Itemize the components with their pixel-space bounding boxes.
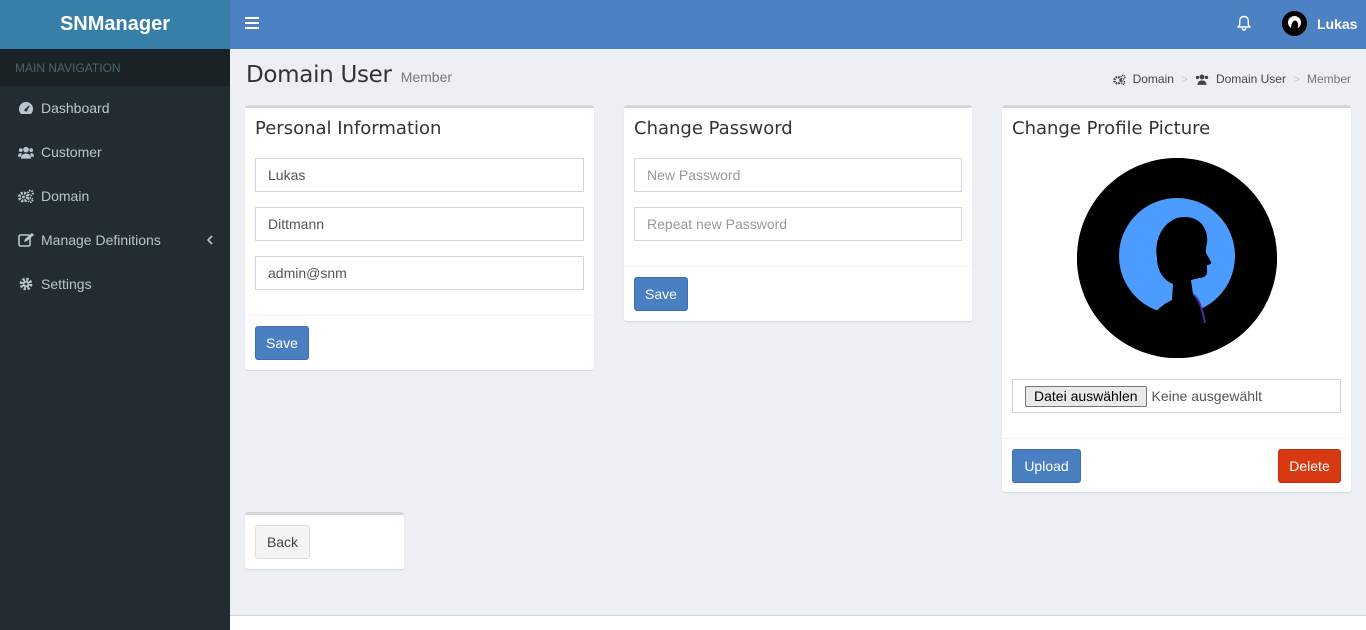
breadcrumb-label: Domain [1132, 72, 1174, 86]
file-input[interactable]: Datei auswählen Keine ausgewählt [1012, 379, 1341, 413]
file-status: Keine ausgewählt [1151, 388, 1263, 404]
user-menu[interactable]: Lukas [1282, 11, 1357, 36]
sidebar-item-label: Settings [41, 276, 92, 292]
save-password-button[interactable]: Save [634, 277, 688, 311]
delete-button[interactable]: Delete [1278, 449, 1341, 483]
bell-icon[interactable] [1236, 15, 1253, 33]
new-password-field[interactable]: New Password [634, 158, 962, 192]
breadcrumb-separator: > [1292, 72, 1300, 86]
box-title: Change Password [634, 118, 793, 139]
profile-picture-box: Change Profile Picture Datei auswählen K… [1002, 105, 1351, 492]
upload-button[interactable]: Upload [1012, 449, 1081, 483]
breadcrumb-domain-user[interactable]: Domain User [1195, 72, 1286, 86]
box-title: Personal Information [255, 118, 442, 139]
cogs-icon [1112, 73, 1126, 85]
profile-picture [1077, 158, 1277, 358]
sidebar-item-label: Dashboard [41, 100, 110, 116]
box-footer [1002, 438, 1351, 439]
avatar [1282, 11, 1307, 36]
username: Lukas [1317, 15, 1358, 32]
choose-file-button[interactable]: Datei auswählen [1025, 385, 1147, 407]
page-footer [230, 615, 1366, 630]
users-icon [18, 144, 34, 160]
page-subtitle: Member [400, 69, 453, 85]
breadcrumb: Domain > Domain User > Member [1112, 72, 1351, 86]
sidebar-item-label: Domain [41, 188, 90, 204]
sidebar: SN Manager MAIN NAVIGATION Dashboard Cust… [0, 0, 230, 630]
breadcrumb-member: Member [1306, 72, 1351, 86]
last-name-field[interactable]: Dittmann [255, 207, 584, 241]
edit-icon [18, 232, 34, 248]
logo-main: Manager [87, 13, 171, 35]
app-logo[interactable]: SN Manager [0, 0, 230, 49]
sidebar-item-settings[interactable]: Settings [0, 262, 230, 306]
first-name-field[interactable]: Lukas [255, 158, 584, 192]
top-navbar: Lukas [230, 0, 1366, 49]
content-header: Domain User Member [246, 62, 452, 88]
sidebar-item-label: Manage Definitions [41, 232, 161, 248]
box-footer [624, 266, 972, 267]
box-title: Change Profile Picture [1012, 118, 1211, 139]
sidebar-item-dashboard[interactable]: Dashboard [0, 86, 230, 130]
breadcrumb-separator: > [1180, 72, 1188, 86]
box-footer [245, 315, 594, 316]
sidebar-item-customer[interactable]: Customer [0, 130, 230, 174]
dashboard-icon [18, 100, 34, 116]
logo-prefix: SN [59, 13, 88, 35]
sidebar-item-label: Customer [41, 144, 102, 160]
nav-header: MAIN NAVIGATION [0, 49, 230, 86]
breadcrumb-label: Domain User [1215, 72, 1286, 86]
personal-information-box: Personal Information Lukas Dittmann admi… [245, 105, 594, 370]
gear-icon [18, 276, 34, 292]
cogs-icon [18, 188, 34, 204]
repeat-password-field[interactable]: Repeat new Password [634, 207, 962, 241]
page-title: Domain User [246, 62, 392, 88]
chevron-left-icon [206, 232, 213, 248]
sidebar-item-domain[interactable]: Domain [0, 174, 230, 218]
users-icon [1195, 74, 1209, 85]
email-field[interactable]: admin@snm [255, 256, 584, 290]
back-button[interactable]: Back [255, 525, 310, 559]
menu-toggle-icon[interactable] [245, 17, 259, 31]
breadcrumb-domain[interactable]: Domain [1112, 72, 1174, 86]
change-password-box: Change Password New Password Repeat new … [624, 105, 972, 321]
save-personal-button[interactable]: Save [255, 326, 309, 360]
sidebar-item-manage-definitions[interactable]: Manage Definitions [0, 218, 230, 262]
back-box: Back [245, 512, 404, 569]
